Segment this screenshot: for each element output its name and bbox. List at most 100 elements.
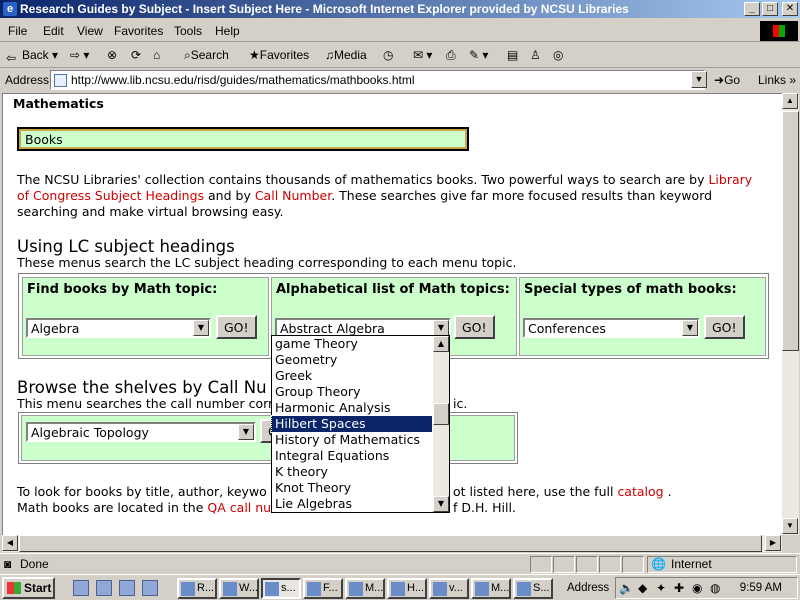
dropdown-option[interactable]: Geometry [272, 352, 432, 368]
task-button-active[interactable]: s... [261, 578, 301, 599]
research-button[interactable]: ◎ [553, 48, 563, 62]
status-text: Done [20, 557, 49, 571]
scroll-left-icon[interactable]: ◀ [2, 535, 18, 551]
menu-help[interactable]: Help [215, 24, 240, 38]
menu-file[interactable]: File [8, 24, 27, 38]
history-button[interactable]: ◷ [383, 48, 393, 62]
dropdown-option[interactable]: History of Mathematics [272, 432, 432, 448]
links-button[interactable]: Links » [758, 73, 796, 87]
menu-favorites[interactable]: Favorites [114, 24, 163, 38]
call-number-link-2[interactable]: call nu [230, 500, 271, 515]
minimize-button[interactable]: _ [744, 2, 760, 16]
scroll-up-icon[interactable]: ▲ [433, 336, 449, 352]
mail-button[interactable]: ✉ ▾ [413, 48, 432, 62]
alpha-dropdown-list[interactable]: game Theory Geometry Greek Group Theory … [271, 335, 450, 513]
close-button[interactable]: ✕ [782, 2, 798, 16]
horizontal-scroll-thumb[interactable] [19, 535, 762, 552]
discuss-button[interactable]: ▤ [507, 48, 518, 62]
messenger-button[interactable]: ♙ [530, 48, 541, 62]
intro-line-1: The NCSU Libraries' collection contains … [17, 172, 753, 187]
tray-icon-3[interactable]: ✚ [674, 581, 684, 595]
task-button[interactable]: H... [387, 578, 427, 599]
task-button[interactable]: M... [471, 578, 511, 599]
alpha-go-button[interactable]: GO! [454, 315, 495, 339]
topic-go-button[interactable]: GO! [216, 315, 257, 339]
dropdown-option[interactable]: Knot Theory [272, 480, 432, 496]
task-button[interactable]: M... [345, 578, 385, 599]
forward-button[interactable]: ⇨ ▾ [70, 48, 89, 62]
section-title: Mathematics [13, 96, 104, 111]
task-button[interactable]: W... [219, 578, 259, 599]
dropdown-option[interactable]: Group Theory [272, 384, 432, 400]
special-go-button[interactable]: GO! [704, 315, 745, 339]
refresh-button[interactable]: ⟳ [131, 48, 141, 62]
back-button[interactable]: ⇦ Back ▾ [6, 48, 58, 65]
app-icon [265, 582, 279, 596]
favorites-button[interactable]: ★Favorites [249, 48, 309, 62]
topic-label: Find books by Math topic: [27, 282, 218, 297]
task-button[interactable]: R... [177, 578, 217, 599]
scroll-down-icon[interactable]: ▼ [782, 518, 798, 534]
call-number-link[interactable]: Call Number [255, 188, 331, 203]
menu-bar: File Edit View Favorites Tools Help [0, 20, 800, 42]
tray-icon[interactable]: ◆ [638, 581, 647, 595]
quicklaunch-icon[interactable] [119, 580, 135, 596]
search-button[interactable]: ⌕Search [184, 48, 229, 63]
scroll-up-icon[interactable]: ▲ [782, 93, 798, 109]
tray-icon-5[interactable]: ◍ [710, 581, 720, 595]
globe-icon: 🌐 [651, 557, 666, 571]
media-button[interactable]: ♫Media [325, 48, 367, 62]
edit-button[interactable]: ✎ ▾ [469, 48, 488, 62]
toolbar: ⇦ Back ▾ ⇨ ▾ ⊗ ⟳ ⌂ ⌕Search ★Favorites ♫Me… [0, 44, 800, 68]
home-icon: ⌂ [153, 48, 161, 62]
catalog-link[interactable]: catalog [617, 484, 663, 499]
dropdown-option[interactable]: game Theory [272, 336, 432, 352]
task-button[interactable]: v... [429, 578, 469, 599]
address-dropdown-button[interactable]: ▼ [691, 71, 707, 88]
stop-button[interactable]: ⊗ [107, 48, 117, 62]
vertical-scroll-thumb[interactable] [782, 111, 799, 351]
dropdown-option[interactable]: Greek [272, 368, 432, 384]
dropdown-option[interactable]: K theory [272, 464, 432, 480]
vertical-scrollbar[interactable]: ▲ ▼ [782, 93, 799, 535]
volume-icon[interactable]: 🔈 [619, 581, 634, 595]
status-panel [599, 556, 621, 573]
horizontal-scrollbar[interactable]: ◀ ▶ [2, 535, 782, 552]
print-button[interactable]: ⎙ [446, 48, 456, 63]
ie-quicklaunch-icon[interactable] [96, 580, 112, 596]
lc-subject-headings-link-2[interactable]: of Congress Subject Headings [17, 188, 204, 203]
menu-view[interactable]: View [77, 24, 103, 38]
dropdown-scroll-thumb[interactable] [433, 403, 449, 425]
lc-subject-headings-link[interactable]: Library [708, 172, 752, 187]
dropdown-scrollbar[interactable]: ▲ ▼ [433, 336, 449, 512]
menu-tools[interactable]: Tools [174, 24, 202, 38]
topic-select[interactable]: Algebra ▼ [26, 318, 211, 338]
menu-edit[interactable]: Edit [43, 24, 64, 38]
show-desktop-icon[interactable] [73, 580, 89, 596]
taskbar-address-label[interactable]: Address [567, 582, 609, 594]
start-button[interactable]: Start [2, 577, 55, 599]
maximize-button[interactable]: □ [762, 2, 778, 16]
task-button[interactable]: F... [303, 578, 343, 599]
dropdown-option[interactable]: Harmonic Analysis [272, 400, 432, 416]
intro-line-3: searching and make virtual browsing easy… [17, 204, 284, 219]
dropdown-option[interactable]: Integral Equations [272, 448, 432, 464]
url-input[interactable]: http://www.lib.ncsu.edu/risd/guides/math… [50, 70, 705, 90]
chevron-down-icon: ▼ [682, 320, 698, 336]
tray-icon-2[interactable]: ✦ [656, 581, 666, 595]
qa-link[interactable]: QA [207, 500, 225, 515]
dropdown-option-selected[interactable]: Hilbert Spaces [271, 415, 433, 433]
app-icon [517, 582, 531, 596]
go-button[interactable]: ➜Go [714, 73, 740, 87]
scroll-down-icon[interactable]: ▼ [433, 496, 449, 512]
dropdown-option[interactable]: Lie Algebras [272, 496, 432, 512]
status-panel [553, 556, 575, 573]
call-number-select[interactable]: Algebraic Topology ▼ [26, 422, 256, 442]
title-bar: e Research Guides by Subject - Insert Su… [0, 0, 800, 18]
home-button[interactable]: ⌂ [153, 48, 160, 62]
special-select[interactable]: Conferences ▼ [523, 318, 700, 338]
task-button[interactable]: S... [513, 578, 553, 599]
quicklaunch-icon-2[interactable] [142, 580, 158, 596]
tray-icon-4[interactable]: ◉ [692, 581, 702, 595]
scroll-right-icon[interactable]: ▶ [765, 535, 781, 551]
